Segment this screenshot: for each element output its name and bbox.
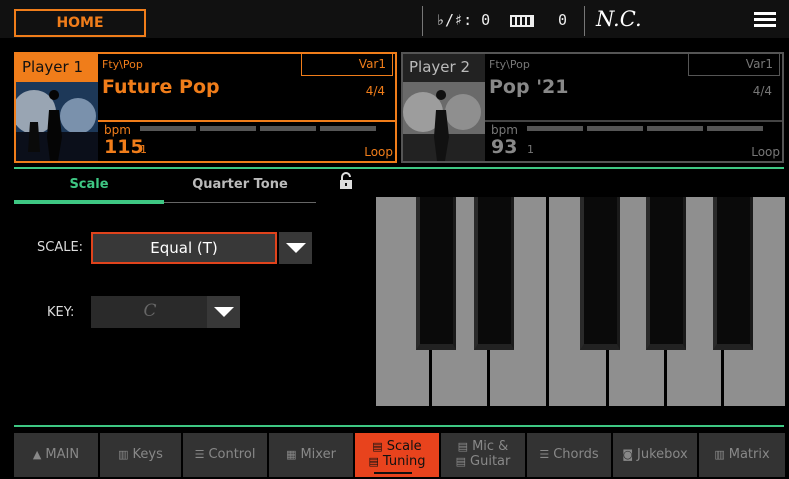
scale-select[interactable]: Equal (T): [91, 232, 277, 264]
player-2-panel[interactable]: Player 2 Fty\Pop Var1 Pop '21 4/4 bpm 93…: [401, 52, 784, 163]
chevron-down-icon: [286, 243, 306, 253]
player-label: Player 1: [16, 54, 98, 82]
scale-label: SCALE:: [37, 240, 84, 255]
scale-icon: ▤: [372, 440, 383, 453]
nav-mic-guitar[interactable]: ▤ Mic & ▤ Guitar: [441, 433, 525, 477]
divider: [98, 120, 395, 122]
progress-bars: [140, 126, 389, 131]
scale-dropdown-button[interactable]: [279, 232, 312, 264]
home-icon: ▲: [32, 448, 42, 461]
nav-label: Mic &: [472, 439, 509, 454]
divider: [485, 120, 782, 122]
chevron-down-icon: [214, 307, 234, 317]
key-dropdown-button[interactable]: [207, 296, 240, 328]
nav-control[interactable]: ☰ Control: [183, 433, 267, 477]
matrix-icon: ▥: [714, 448, 725, 461]
bpm-label: bpm: [491, 123, 518, 137]
nav-scale-tuning[interactable]: ▤ Scale ▤ Tuning: [355, 433, 439, 477]
style-category: Fty\Pop: [102, 58, 143, 71]
nav-mixer[interactable]: ▦ Mixer: [269, 433, 353, 477]
menu-icon[interactable]: [754, 12, 776, 28]
nav-label: Matrix: [728, 447, 770, 462]
chord-readout: N.C.: [596, 7, 642, 31]
song-artwork: [403, 82, 485, 161]
nav-keys[interactable]: ▥ Keys: [100, 433, 181, 477]
nav-matrix[interactable]: ▥ Matrix: [699, 433, 785, 477]
black-key[interactable]: [474, 197, 514, 350]
loop-indicator[interactable]: Loop: [751, 145, 780, 159]
mic-icon: ▤: [457, 440, 469, 453]
chords-icon: ☰: [539, 448, 550, 461]
nav-label: Tuning: [382, 454, 426, 469]
song-title: Pop '21: [489, 76, 569, 98]
style-category: Fty\Pop: [489, 58, 530, 71]
divider: [164, 202, 316, 203]
transpose-readout[interactable]: ♭/♯: 0: [436, 11, 490, 29]
active-nav-indicator: [374, 472, 412, 474]
active-tab-indicator: [14, 200, 164, 204]
top-bar: HOME ♭/♯: 0 0 N.C.: [0, 0, 789, 38]
tab-quarter-tone[interactable]: Quarter Tone: [164, 170, 316, 206]
black-key[interactable]: [416, 197, 456, 350]
divider: [14, 425, 784, 427]
progress-bars: [527, 126, 776, 131]
nav-label: Scale: [386, 439, 422, 454]
nav-label: Control: [208, 447, 256, 462]
player-label: Player 2: [403, 54, 485, 82]
nav-jukebox[interactable]: ◙ Jukebox: [613, 433, 697, 477]
beat-counter: 1: [527, 143, 534, 156]
black-key[interactable]: [646, 197, 686, 350]
time-signature: 4/4: [365, 84, 385, 98]
nav-label: Guitar: [470, 454, 511, 469]
black-key[interactable]: [713, 197, 753, 350]
variation-label[interactable]: Var1: [301, 54, 393, 76]
home-button[interactable]: HOME: [14, 9, 146, 37]
nav-label: Keys: [132, 447, 163, 462]
mixer-icon: ▦: [286, 448, 297, 461]
keyboard-icon: [510, 15, 534, 27]
nav-chords[interactable]: ☰ Chords: [527, 433, 611, 477]
key-select[interactable]: C: [91, 296, 209, 328]
octave-readout[interactable]: 0: [558, 11, 567, 29]
keys-icon: ▥: [118, 448, 129, 461]
divider: [584, 6, 585, 36]
song-artwork: [16, 82, 98, 161]
guitar-icon: ▤: [455, 455, 467, 468]
nav-label: Chords: [553, 447, 599, 462]
key-label: KEY:: [47, 305, 75, 320]
divider: [422, 6, 423, 36]
control-icon: ☰: [194, 448, 205, 461]
unlock-icon[interactable]: [338, 172, 354, 190]
bpm-label: bpm: [104, 123, 131, 137]
tuning-icon: ▤: [368, 455, 379, 468]
black-key[interactable]: [580, 197, 620, 350]
beat-counter: 1: [140, 143, 147, 156]
nav-label: MAIN: [45, 447, 80, 462]
song-title: Future Pop: [102, 76, 220, 98]
nav-label: Mixer: [300, 447, 336, 462]
player-1-panel[interactable]: Player 1 Fty\Pop Var1 Future Pop 4/4 bpm…: [14, 52, 397, 163]
time-signature: 4/4: [752, 84, 772, 98]
bpm-value: 115: [104, 136, 144, 158]
bpm-value: 93: [491, 136, 518, 158]
piano-keyboard: [376, 197, 785, 406]
jukebox-icon: ◙: [622, 448, 634, 461]
divider: [14, 167, 784, 169]
nav-main[interactable]: ▲ MAIN: [14, 433, 98, 477]
nav-label: Jukebox: [637, 447, 688, 462]
variation-label[interactable]: Var1: [688, 54, 780, 76]
loop-indicator[interactable]: Loop: [364, 145, 393, 159]
